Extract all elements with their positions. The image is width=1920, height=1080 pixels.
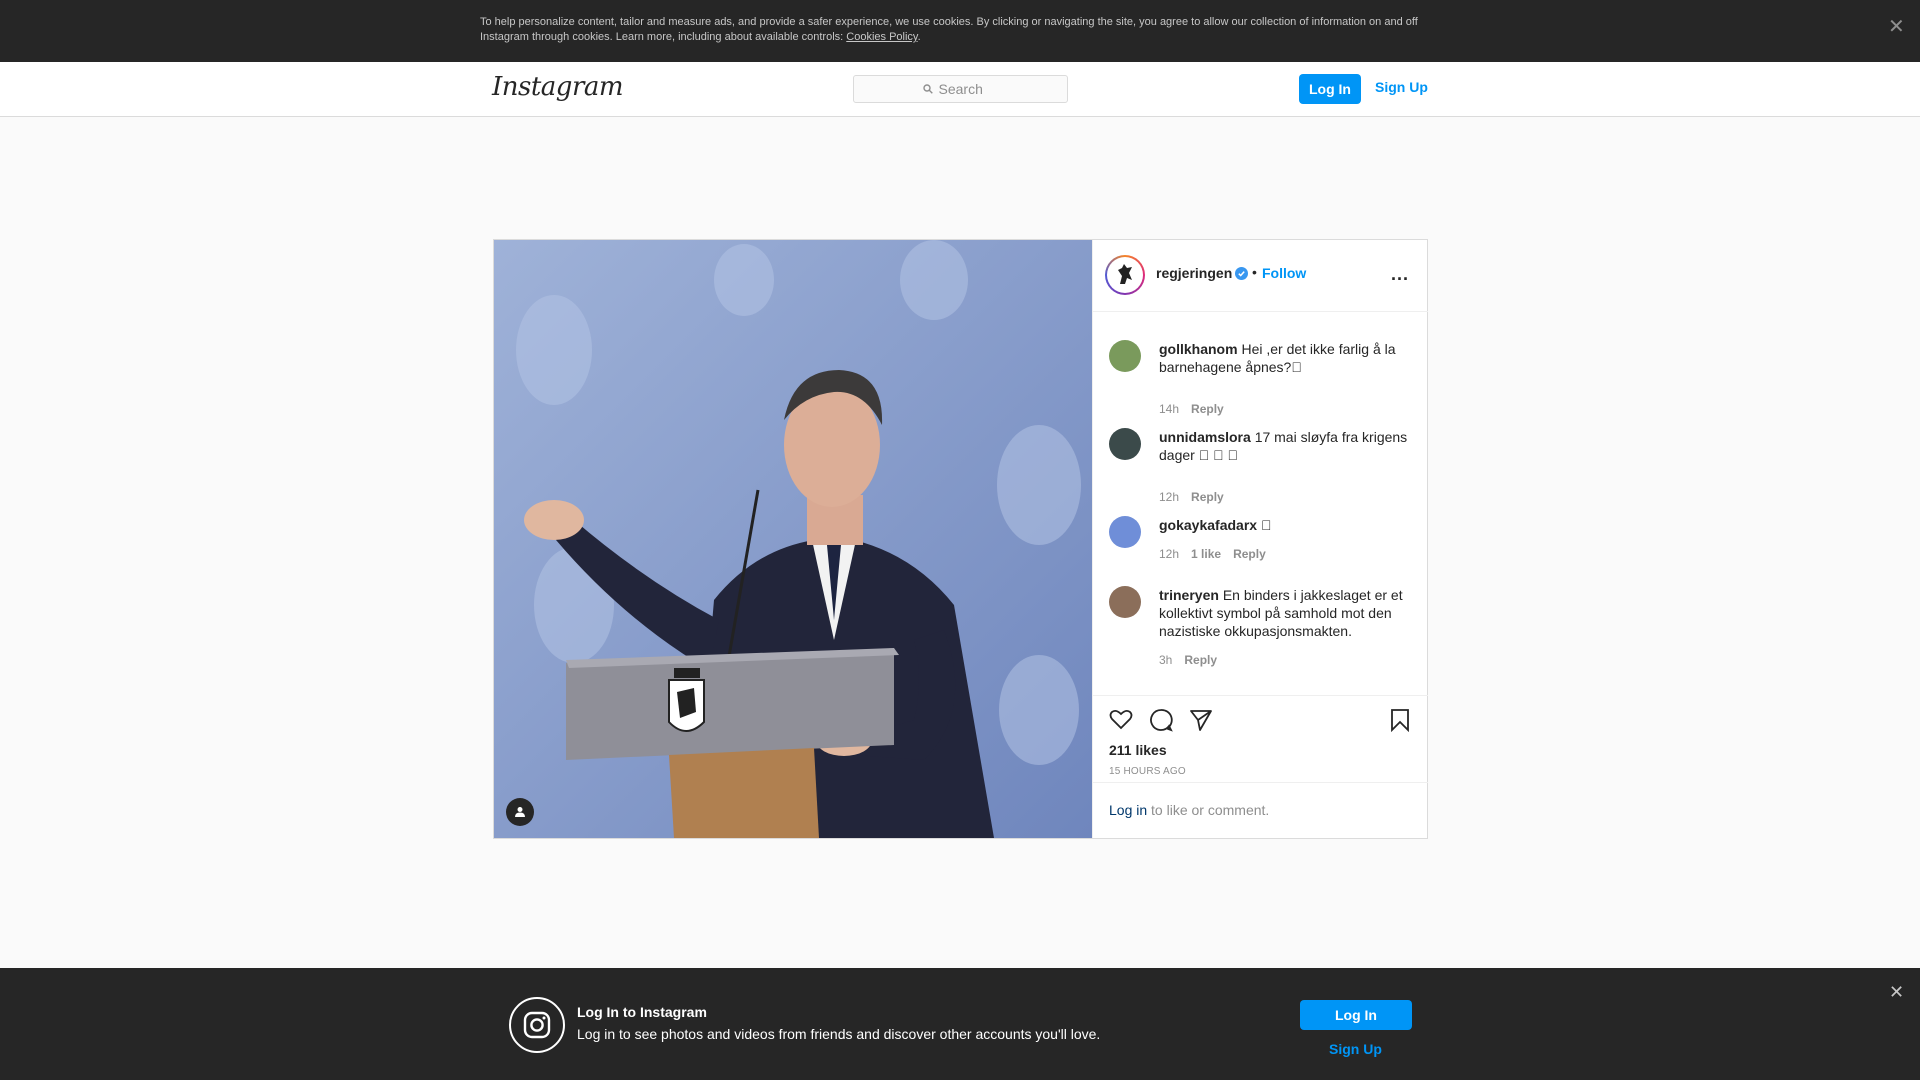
reply-button[interactable]: Reply [1191, 490, 1224, 504]
comment-username[interactable]: trineryen [1159, 587, 1219, 603]
login-prompt-subtitle: Log in to see photos and videos from fri… [577, 1026, 1101, 1042]
follow-button[interactable]: Follow [1262, 265, 1306, 281]
user-icon [515, 807, 525, 817]
comment-avatar[interactable] [1109, 516, 1141, 548]
comment-username[interactable]: unnidamslora [1159, 429, 1251, 445]
post-card: regjeringen • Follow ... gollkhanom Hei … [493, 239, 1428, 839]
comment-time: 3h [1159, 653, 1173, 667]
verified-badge-icon [1235, 267, 1248, 280]
comment-likes[interactable]: 1 like [1191, 547, 1221, 561]
close-icon[interactable]: ✕ [1888, 14, 1905, 39]
search-box[interactable] [853, 75, 1068, 103]
login-prompt-title: Log In to Instagram [577, 1004, 707, 1020]
comment-avatar[interactable] [1109, 586, 1141, 618]
lion-crest-icon [1118, 264, 1132, 284]
instagram-glyph-icon [509, 997, 565, 1053]
tagged-user-button[interactable] [506, 798, 534, 826]
post-sidebar: regjeringen • Follow ... gollkhanom Hei … [1092, 240, 1428, 838]
bookmark-icon[interactable] [1389, 708, 1411, 732]
share-icon[interactable] [1189, 708, 1213, 732]
comment-icon[interactable] [1149, 708, 1173, 732]
comment-avatar[interactable] [1109, 428, 1141, 460]
comment-time: 12h [1159, 547, 1180, 561]
login-button[interactable]: Log In [1299, 74, 1361, 104]
post-image[interactable] [494, 240, 1092, 838]
likes-count[interactable]: 211 likes [1109, 742, 1167, 758]
close-icon[interactable]: ✕ [1889, 982, 1904, 1003]
reply-button[interactable]: Reply [1184, 653, 1217, 667]
reply-button[interactable]: Reply [1233, 547, 1266, 561]
separator-dot: • [1252, 264, 1257, 280]
comment-avatar[interactable] [1109, 340, 1141, 372]
search-input[interactable] [938, 81, 999, 97]
search-icon [922, 84, 933, 94]
login-link[interactable]: Log in [1109, 802, 1147, 818]
post-timestamp: 15 HOURS AGO [1109, 766, 1186, 777]
more-options-icon[interactable]: ... [1391, 264, 1409, 285]
top-header: Instagram Log In Sign Up [0, 62, 1920, 117]
post-photo [494, 240, 1092, 838]
comment-username[interactable]: gollkhanom [1159, 341, 1238, 357]
signup-link[interactable]: Sign Up [1375, 79, 1428, 95]
cookies-policy-link[interactable]: Cookies Policy [846, 31, 917, 43]
instagram-logo[interactable]: Instagram [492, 72, 624, 102]
comments-list[interactable]: gollkhanom Hei ,er det ikke farlig å la … [1093, 313, 1428, 695]
cookie-banner: To help personalize content, tailor and … [0, 0, 1920, 62]
post-username[interactable]: regjeringen [1156, 265, 1232, 281]
post-header: regjeringen • Follow ... [1093, 240, 1428, 312]
bottom-signup-link[interactable]: Sign Up [1329, 1041, 1382, 1057]
account-avatar[interactable] [1105, 255, 1145, 295]
cookie-text: To help personalize content, tailor and … [480, 16, 1418, 43]
login-to-comment: Log in to like or comment. [1093, 782, 1428, 838]
comment-username[interactable]: gokaykafadarx [1159, 517, 1257, 533]
post-actions: 211 likes 15 HOURS AGO [1093, 695, 1428, 790]
reply-button[interactable]: Reply [1191, 402, 1224, 416]
comment-text:   [1260, 517, 1272, 533]
bottom-login-button[interactable]: Log In [1300, 1000, 1412, 1030]
camera-icon [523, 1011, 551, 1039]
comment-time: 14h [1159, 402, 1180, 416]
comment-time: 12h [1159, 490, 1180, 504]
login-prompt-bar: Log In to Instagram Log in to see photos… [0, 968, 1920, 1080]
heart-icon[interactable] [1109, 708, 1133, 730]
